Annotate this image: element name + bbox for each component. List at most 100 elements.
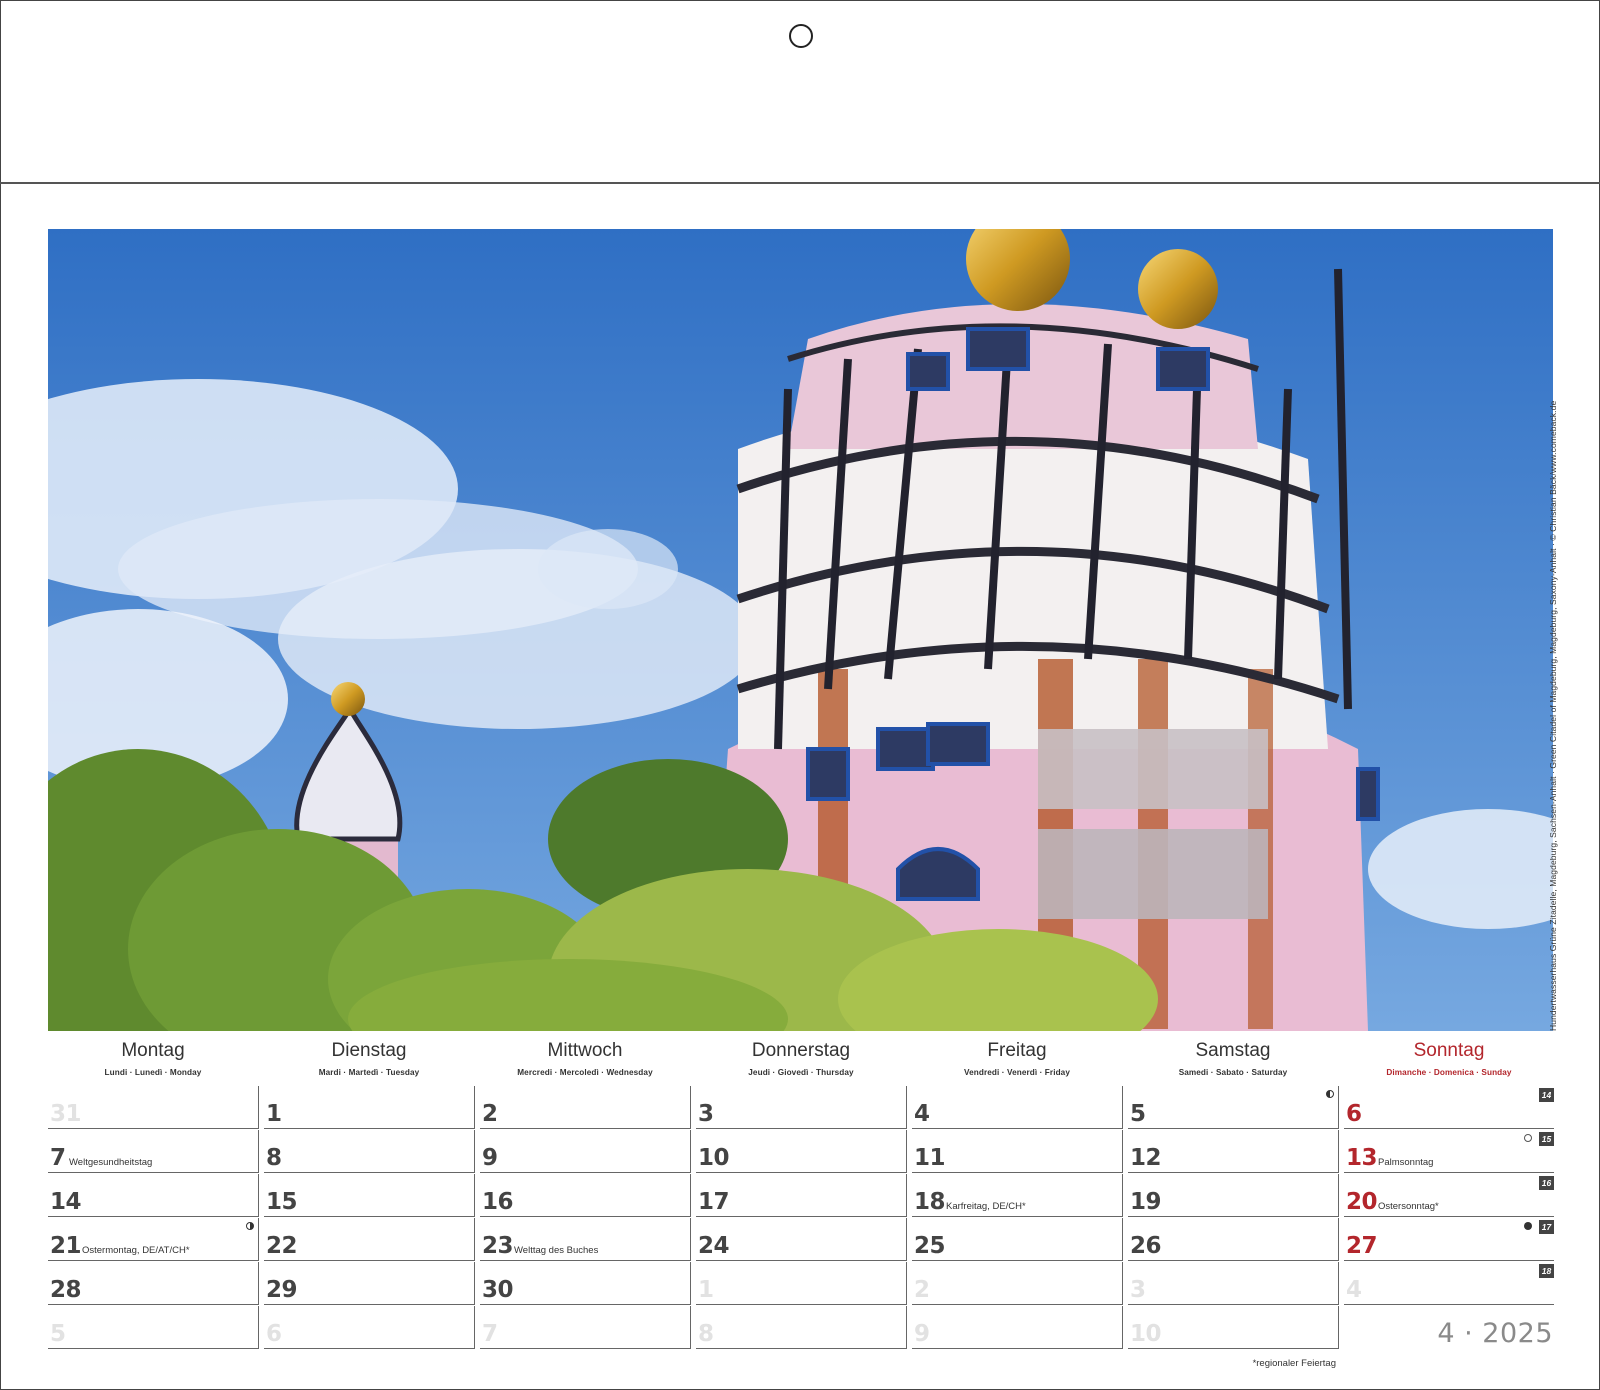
day-cell: 5: [1128, 1086, 1339, 1129]
weekday-tuesday: Dienstag Mardi · Martedì · Tuesday: [264, 1040, 474, 1077]
holiday-label: Welttag des Buches: [514, 1245, 599, 1256]
day-number: 4: [914, 1101, 930, 1127]
day-cell: 9: [480, 1130, 691, 1173]
moon-phase-icon: [1326, 1090, 1334, 1098]
day-cell: 14: [48, 1174, 259, 1217]
day-cell: 24: [696, 1218, 907, 1261]
footnote: *regionaler Feiertag: [1252, 1358, 1336, 1369]
day-number: 16: [482, 1189, 514, 1215]
hanging-hole: [789, 24, 813, 48]
day-number: 23: [482, 1233, 514, 1259]
day-cell: 2: [480, 1086, 691, 1129]
day-cell: 25: [912, 1218, 1123, 1261]
weekday-sunday: Sonntag Dimanche · Domenica · Sunday: [1344, 1040, 1554, 1077]
weekday-translations: Mercredi · Mercoledì · Wednesday: [517, 1068, 653, 1077]
day-number: 26: [1130, 1233, 1162, 1259]
day-number: 30: [482, 1277, 514, 1303]
photo-credit: Hundertwasserhaus Grüne Zitadelle, Magde…: [1548, 400, 1558, 1031]
day-cell: 5: [48, 1306, 259, 1349]
day-number: 7: [482, 1321, 498, 1347]
weekday-name: Montag: [121, 1040, 185, 1061]
day-cell: 29: [264, 1262, 475, 1305]
day-number: 10: [698, 1145, 730, 1171]
day-number: 29: [266, 1277, 298, 1303]
day-cell: 8: [264, 1130, 475, 1173]
day-cell: 16: [480, 1174, 691, 1217]
weekday-thursday: Donnerstag Jeudi · Giovedì · Thursday: [696, 1040, 906, 1077]
weekday-name: Sonntag: [1413, 1040, 1485, 1061]
day-number: 17: [698, 1189, 730, 1215]
day-cell: 11: [912, 1130, 1123, 1173]
day-cell: 1: [264, 1086, 475, 1129]
day-number: 24: [698, 1233, 730, 1259]
day-number: 1: [266, 1101, 282, 1127]
holiday-label: Weltgesundheitstag: [69, 1157, 153, 1168]
day-number: 9: [914, 1321, 930, 1347]
day-cell: 26: [1128, 1218, 1339, 1261]
day-number: 1: [698, 1277, 714, 1303]
day-cell: 21 Ostermontag, DE/AT/CH*: [48, 1218, 259, 1261]
weekday-translations: Jeudi · Giovedì · Thursday: [748, 1068, 854, 1077]
moon-phase-icon: [1524, 1134, 1532, 1142]
day-cell: 6: [264, 1306, 475, 1349]
day-number: 12: [1130, 1145, 1162, 1171]
day-cell: 4 18: [1344, 1262, 1554, 1305]
day-number: 31: [50, 1101, 82, 1127]
day-number: 20: [1346, 1189, 1378, 1215]
day-cell: 7 Weltgesundheitstag: [48, 1130, 259, 1173]
day-cell: 22: [264, 1218, 475, 1261]
day-number: 28: [50, 1277, 82, 1303]
day-number: 8: [698, 1321, 714, 1347]
day-number: 6: [1346, 1101, 1362, 1127]
month-year: 4 · 2025: [1437, 1318, 1553, 1349]
day-number: 3: [1130, 1277, 1146, 1303]
day-number: 18: [914, 1189, 946, 1215]
weekday-monday: Montag Lundi · Lunedì · Monday: [48, 1040, 258, 1077]
day-number: 27: [1346, 1233, 1378, 1259]
day-cell: 27 17: [1344, 1218, 1554, 1261]
day-number: 22: [266, 1233, 298, 1259]
day-cell: 13 Palmsonntag 15: [1344, 1130, 1554, 1173]
day-cell: 3: [696, 1086, 907, 1129]
day-cell: 19: [1128, 1174, 1339, 1217]
hanger-strip: [0, 0, 1600, 184]
day-cell: 4: [912, 1086, 1123, 1129]
day-number: 11: [914, 1145, 946, 1171]
day-cell: 8: [696, 1306, 907, 1349]
day-number: 5: [1130, 1101, 1146, 1127]
week-number-badge: 14: [1539, 1088, 1554, 1102]
day-cell: 30: [480, 1262, 691, 1305]
week-number-badge: 16: [1539, 1176, 1554, 1190]
day-number: 3: [698, 1101, 714, 1127]
weekday-name: Samstag: [1195, 1040, 1271, 1061]
weekday-translations: Lundi · Lunedì · Monday: [104, 1068, 202, 1077]
day-cell: 9: [912, 1306, 1123, 1349]
day-number: 6: [266, 1321, 282, 1347]
day-number: 7: [50, 1145, 66, 1171]
day-cell: 28: [48, 1262, 259, 1305]
holiday-label: Palmsonntag: [1378, 1157, 1434, 1168]
weekday-translations: Vendredi · Venerdì · Friday: [964, 1068, 1070, 1077]
weekday-name: Dienstag: [331, 1040, 407, 1061]
week-number-badge: 17: [1539, 1220, 1554, 1234]
day-cell: 17: [696, 1174, 907, 1217]
weekday-saturday: Samstag Samedi · Sabato · Saturday: [1128, 1040, 1338, 1077]
day-number: 15: [266, 1189, 298, 1215]
day-cell: 31: [48, 1086, 259, 1129]
day-cell: 10: [696, 1130, 907, 1173]
day-number: 8: [266, 1145, 282, 1171]
day-number: 21: [50, 1233, 82, 1259]
moon-phase-icon: [1524, 1222, 1532, 1230]
calendar-photo: [48, 229, 1553, 1031]
day-cell: 20 Ostersonntag* 16: [1344, 1174, 1554, 1217]
day-number: 14: [50, 1189, 82, 1215]
day-cell: 3: [1128, 1262, 1339, 1305]
day-number: 2: [914, 1277, 930, 1303]
day-number: 5: [50, 1321, 66, 1347]
day-cell: 1: [696, 1262, 907, 1305]
weekday-translations: Mardi · Martedì · Tuesday: [318, 1068, 420, 1077]
weekday-header: Montag Lundi · Lunedì · Monday Dienstag Ma…: [48, 1040, 1553, 1084]
day-number: 25: [914, 1233, 946, 1259]
holiday-label: Ostermontag, DE/AT/CH*: [82, 1245, 190, 1256]
week-number-badge: 15: [1539, 1132, 1554, 1146]
